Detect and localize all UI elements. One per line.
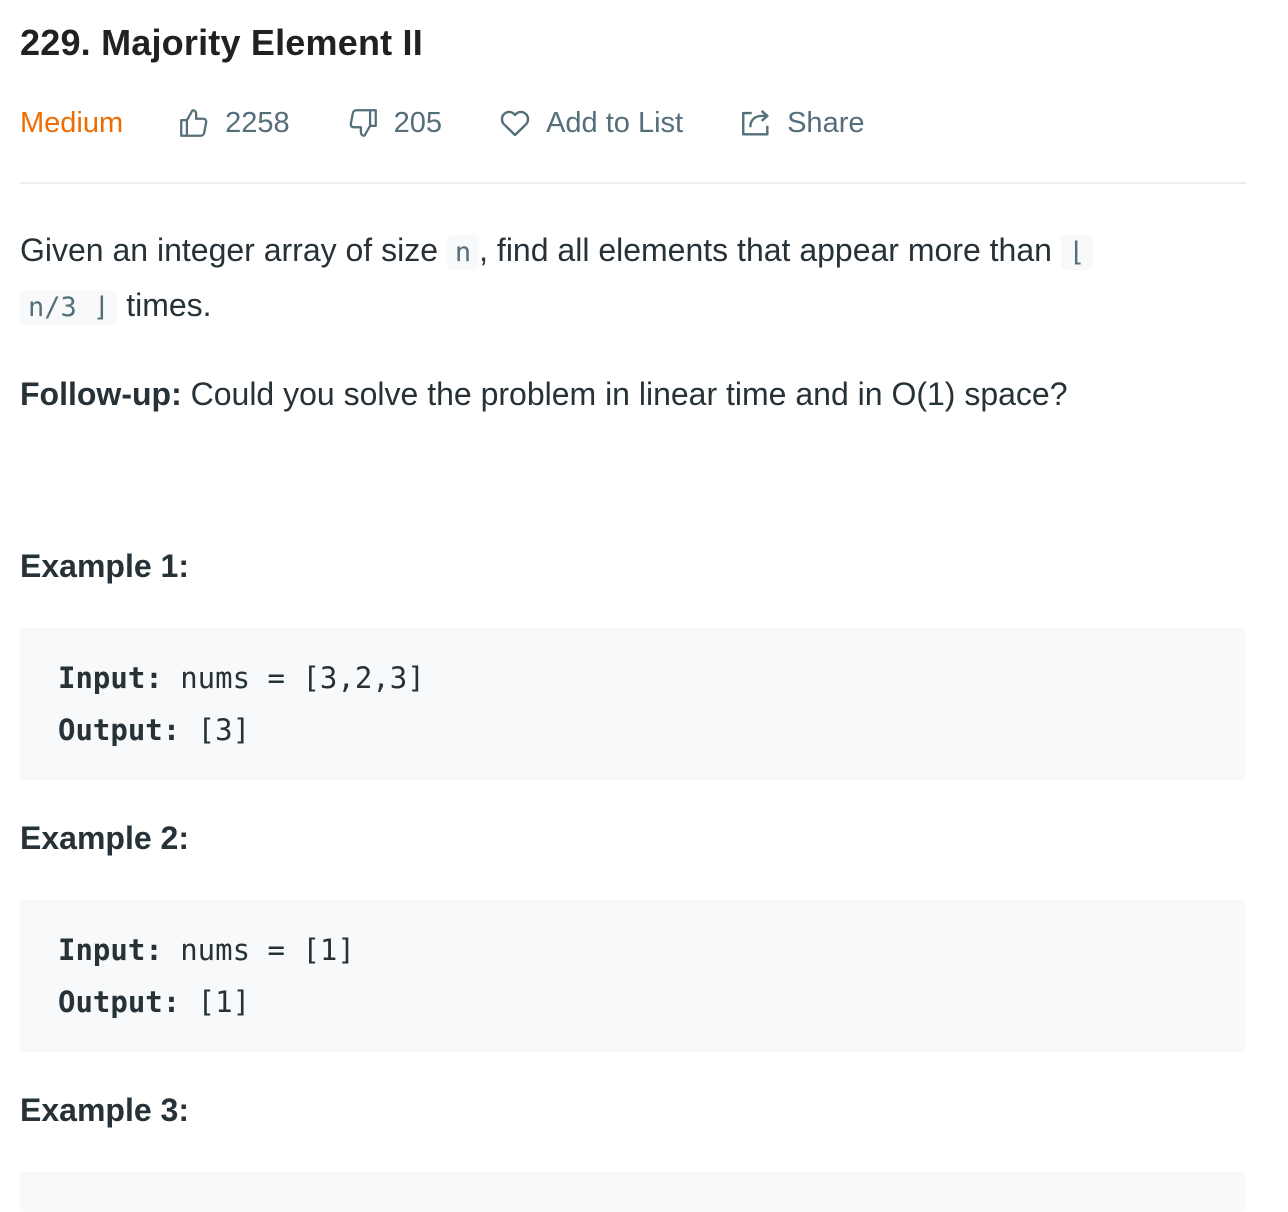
example-heading: Example 3:: [20, 1092, 189, 1128]
inline-code-expression: n/3 ⌋: [20, 290, 118, 325]
problem-description: Given an integer array of size n, find a…: [20, 224, 1246, 1212]
add-to-list-button[interactable]: Add to List: [498, 106, 683, 140]
example-heading: Example 2:: [20, 820, 189, 856]
description-text: Given an integer array of size: [20, 232, 447, 268]
followup-text: Could you solve the problem in linear ti…: [181, 376, 1068, 412]
example-heading: Example 1:: [20, 548, 189, 584]
problem-title: 229. Majority Element II: [20, 22, 423, 63]
input-value: nums = [1]: [162, 933, 355, 967]
like-button[interactable]: 2258: [177, 106, 290, 140]
heart-icon: [498, 106, 532, 140]
header-divider: [20, 182, 1246, 184]
example-code-block: Input: nums = [3,2,3] Output: [3]: [20, 628, 1246, 780]
floor-right-bracket: ⌋: [93, 292, 110, 323]
dislike-button[interactable]: 205: [346, 106, 442, 140]
example-code-block: Input: nums = [1] Output: [1]: [20, 900, 1246, 1052]
thumbs-down-icon: [346, 106, 380, 140]
inline-code-floor-left: ⌊: [1060, 235, 1094, 270]
input-label: Input:: [58, 661, 163, 695]
inline-code-n: n: [446, 235, 480, 270]
problem-meta-bar: Medium 2258 205 Add to List Share: [20, 100, 1246, 146]
input-label: Input:: [58, 933, 163, 967]
like-count: 2258: [225, 106, 290, 139]
dislike-count: 205: [393, 106, 443, 139]
share-label: Share: [787, 106, 865, 139]
difficulty-label: Medium: [20, 106, 124, 139]
problem-page: 229. Majority Element II Medium 2258 205: [0, 0, 1288, 1212]
share-icon: [739, 106, 773, 140]
share-button[interactable]: Share: [739, 106, 864, 140]
thumbs-up-icon: [177, 106, 211, 140]
output-value: [1]: [180, 985, 251, 1019]
followup-paragraph: Follow-up: Could you solve the problem i…: [20, 368, 1246, 420]
add-to-list-label: Add to List: [546, 106, 684, 139]
description-text: times.: [117, 287, 212, 323]
input-value: nums = [3,2,3]: [162, 661, 425, 695]
description-text: , find all elements that appear more tha…: [479, 232, 1061, 268]
output-value: [3]: [180, 713, 251, 747]
output-label: Output:: [58, 985, 181, 1019]
description-paragraph: Given an integer array of size n, find a…: [20, 224, 1246, 334]
example-code-block: [20, 1172, 1246, 1212]
followup-label: Follow-up:: [20, 376, 182, 412]
output-label: Output:: [58, 713, 181, 747]
expression-text: n/3: [28, 292, 77, 323]
